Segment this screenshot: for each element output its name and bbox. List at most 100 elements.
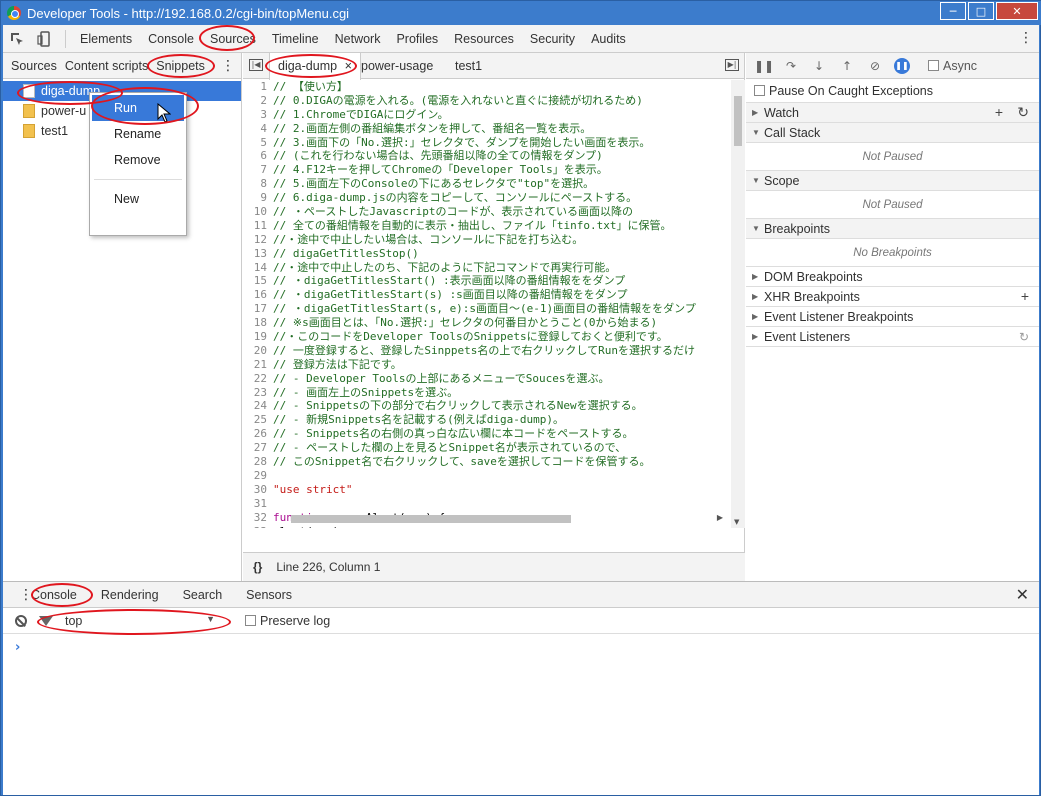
code-line[interactable]: 4// 2.画面左側の番組編集ボタンを押して、番組名一覧を表示。	[243, 122, 731, 136]
line-number[interactable]: 31	[243, 497, 273, 511]
toggle-debugger-icon[interactable]: ▶|	[725, 59, 739, 71]
line-number[interactable]: 11	[243, 219, 273, 233]
code-line[interactable]: 5// 3.画面下の「No.選択:」セレクタで、ダンプを開始したい画面を表示。	[243, 136, 731, 150]
line-number[interactable]: 30	[243, 483, 273, 497]
filter-icon[interactable]	[39, 615, 53, 626]
code-line[interactable]: 19//・このコードをDeveloper ToolsのSnippetsに登録して…	[243, 330, 731, 344]
editor-tab-test1[interactable]: test1	[447, 53, 490, 79]
pause-icon[interactable]: ❚❚	[754, 59, 774, 73]
context-selector[interactable]: top ▼	[65, 614, 215, 628]
line-number[interactable]: 33	[243, 525, 273, 529]
scroll-down-icon[interactable]: ▼	[734, 518, 739, 526]
add-watch-icon[interactable]: +	[995, 104, 1003, 120]
section-dom-breakpoints[interactable]: ▶ DOM Breakpoints	[746, 267, 1039, 287]
preserve-log-option[interactable]: Preserve log	[245, 614, 330, 628]
horizontal-scrollbar[interactable]: ▶	[273, 512, 723, 524]
async-checkbox[interactable]	[928, 60, 939, 71]
line-number[interactable]: 3	[243, 108, 273, 122]
line-number[interactable]: 4	[243, 122, 273, 136]
scroll-thumb[interactable]	[291, 515, 571, 523]
step-over-icon[interactable]: ↷	[782, 59, 800, 73]
close-tab-icon[interactable]: ×	[345, 59, 352, 73]
line-number[interactable]: 12	[243, 233, 273, 247]
inspect-element-icon[interactable]	[3, 25, 31, 53]
tab-resources[interactable]: Resources	[446, 25, 522, 53]
section-scope[interactable]: ▼ Scope	[746, 171, 1039, 191]
code-line[interactable]: 9// 6.diga-dump.jsの内容をコピーして、コンソールにペーストする…	[243, 191, 731, 205]
code-line[interactable]: 33 alert(msg)	[243, 525, 731, 529]
line-number[interactable]: 29	[243, 469, 273, 483]
code-line[interactable]: 15// ・digaGetTitlesStart() :表示画面以降の番組情報を…	[243, 274, 731, 288]
pretty-print-icon[interactable]: {}	[253, 560, 262, 574]
line-number[interactable]: 20	[243, 344, 273, 358]
line-number[interactable]: 6	[243, 149, 273, 163]
code-line[interactable]: 12//・途中で中止したい場合は、コンソールに下記を打ち込む。	[243, 233, 731, 247]
line-number[interactable]: 8	[243, 177, 273, 191]
section-call-stack[interactable]: ▼ Call Stack	[746, 123, 1039, 143]
drawer-tab-sensors[interactable]: Sensors	[234, 582, 304, 608]
menu-item-remove[interactable]: Remove	[90, 147, 186, 173]
tab-security[interactable]: Security	[522, 25, 583, 53]
code-line[interactable]: 7// 4.F12キーを押してChromeの「Developer Tools」を…	[243, 163, 731, 177]
line-number[interactable]: 22	[243, 372, 273, 386]
line-number[interactable]: 14	[243, 261, 273, 275]
code-line[interactable]: 14//・途中で中止したのち、下記のように下記コマンドで再実行可能。	[243, 261, 731, 275]
line-number[interactable]: 16	[243, 288, 273, 302]
minimize-button[interactable]: ─	[940, 2, 966, 20]
code-line[interactable]: 24// - Snippetsの下の部分で右クリックして表示されるNewを選択す…	[243, 399, 731, 413]
clear-console-icon[interactable]	[15, 614, 27, 627]
code-line[interactable]: 22// - Developer Toolsの上部にあるメニューでSoucesを…	[243, 372, 731, 386]
line-number[interactable]: 28	[243, 455, 273, 469]
refresh-watch-icon[interactable]: ↻	[1017, 104, 1029, 121]
toggle-navigator-icon[interactable]: |◀	[249, 59, 263, 71]
add-xhr-breakpoint-icon[interactable]: +	[1021, 288, 1029, 304]
line-number[interactable]: 15	[243, 274, 273, 288]
editor-tab-power-usage[interactable]: power-usage	[353, 53, 441, 79]
tab-network[interactable]: Network	[327, 25, 389, 53]
drawer-close-icon[interactable]: ✕	[1016, 585, 1029, 604]
code-line[interactable]: 16// ・digaGetTitlesStart(s) :s画面目以降の番組情報…	[243, 288, 731, 302]
refresh-listeners-icon[interactable]: ↻	[1019, 330, 1029, 344]
line-number[interactable]: 10	[243, 205, 273, 219]
tab-profiles[interactable]: Profiles	[388, 25, 446, 53]
section-event-listener-breakpoints[interactable]: ▶ Event Listener Breakpoints	[746, 307, 1039, 327]
line-number[interactable]: 27	[243, 441, 273, 455]
nav-tab-content-scripts[interactable]: Content scripts	[61, 53, 152, 79]
code-line[interactable]: 23// - 画面左上のSnippetsを選ぶ。	[243, 386, 731, 400]
scroll-right-icon[interactable]: ▶	[717, 513, 723, 522]
line-number[interactable]: 24	[243, 399, 273, 413]
line-number[interactable]: 25	[243, 413, 273, 427]
line-number[interactable]: 5	[243, 136, 273, 150]
preserve-log-checkbox[interactable]	[245, 615, 256, 626]
nav-tab-sources[interactable]: Sources	[7, 53, 61, 79]
code-line[interactable]: 21// 登録方法は下記です。	[243, 358, 731, 372]
code-line[interactable]: 3// 1.ChromeでDIGAにログイン。	[243, 108, 731, 122]
line-number[interactable]: 26	[243, 427, 273, 441]
pause-on-exceptions-icon[interactable]: ❚❚	[894, 57, 910, 74]
editor-tab-diga-dump[interactable]: diga-dump ×	[269, 53, 361, 80]
line-number[interactable]: 23	[243, 386, 273, 400]
code-line[interactable]: 20// 一度登録すると、登録したSinppets名の上で右クリックしてRunを…	[243, 344, 731, 358]
code-line[interactable]: 30 "use strict"	[243, 483, 731, 497]
tab-elements[interactable]: Elements	[72, 25, 140, 53]
tab-sources[interactable]: Sources	[202, 25, 264, 53]
section-breakpoints[interactable]: ▼ Breakpoints	[746, 219, 1039, 239]
code-line[interactable]: 26// - Snippets名の右側の真っ白な広い欄に本コードをペーストする。	[243, 427, 731, 441]
maximize-button[interactable]: □	[968, 2, 994, 20]
line-number[interactable]: 7	[243, 163, 273, 177]
scroll-thumb[interactable]	[734, 96, 742, 146]
step-into-icon[interactable]: ↓	[810, 59, 828, 73]
line-number[interactable]: 21	[243, 358, 273, 372]
code-line[interactable]: 18// ※s画面目とは、「No.選択:」セレクタの何番目かとうこと(0から始ま…	[243, 316, 731, 330]
code-line[interactable]: 8// 5.画面左下のConsoleの下にあるセレクタで"top"を選択。	[243, 177, 731, 191]
line-number[interactable]: 32	[243, 511, 273, 525]
section-watch[interactable]: ▶ Watch + ↻	[746, 103, 1039, 123]
code-line[interactable]: 1// 【使い方】	[243, 80, 731, 94]
deactivate-breakpoints-icon[interactable]: ⊘	[866, 59, 884, 73]
line-number[interactable]: 17	[243, 302, 273, 316]
section-event-listeners[interactable]: ▶ Event Listeners ↻	[746, 327, 1039, 347]
line-number[interactable]: 2	[243, 94, 273, 108]
console-prompt-icon[interactable]: ›	[15, 640, 20, 655]
code-line[interactable]: 28// このSnippet名で右クリックして、saveを選択してコードを保管す…	[243, 455, 731, 469]
tab-timeline[interactable]: Timeline	[264, 25, 327, 53]
